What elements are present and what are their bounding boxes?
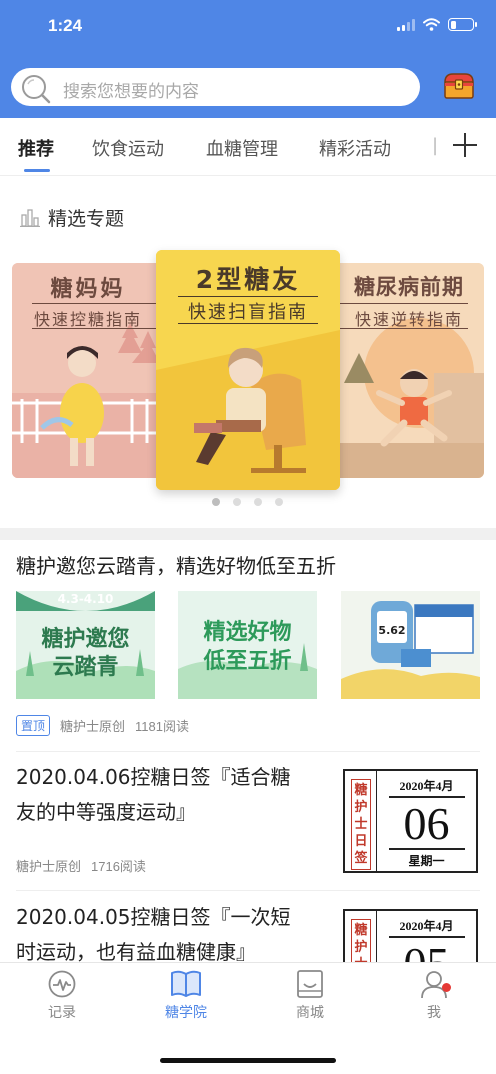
featured-section-title: 精选专题	[48, 208, 125, 230]
card-title: 糖妈妈	[50, 277, 126, 302]
row-divider	[16, 890, 480, 891]
nav-me[interactable]: 我	[394, 969, 474, 1022]
featured-card-prediabetes[interactable]: 糖尿病前期 快速逆转指南	[334, 263, 484, 478]
promo-thumb-meter[interactable]: 5.62	[341, 591, 480, 699]
card-subtitle: 快速扫盲指南	[188, 302, 308, 323]
pagination-dot[interactable]	[233, 498, 241, 506]
calendar-thumbnail: 糖 护 士 日 签 2020年4月 06 星期一	[343, 769, 478, 873]
nav-record[interactable]: 记录	[22, 969, 102, 1022]
promo-line: 精选好物	[203, 620, 292, 645]
article-source: 糖护士原创	[60, 719, 126, 734]
search-icon	[22, 75, 51, 104]
article-title-line: 2020.04.06控糖日签『适合糖	[16, 765, 291, 789]
article-reads: 1716阅读	[91, 859, 146, 874]
nav-label: 记录	[48, 1005, 76, 1021]
featured-section-header: 精选专题	[20, 204, 124, 231]
nav-academy[interactable]: 糖学院	[146, 969, 226, 1022]
tab-events[interactable]: 精彩活动	[319, 135, 391, 161]
search-placeholder: 搜索您想要的内容	[63, 82, 199, 102]
card-title: 糖尿病前期	[354, 275, 464, 299]
article-title-line: 友的中等强度运动』	[16, 800, 196, 824]
pinned-badge: 置顶	[16, 715, 51, 736]
article-reads: 1181阅读	[135, 719, 189, 734]
nav-label: 糖学院	[165, 1005, 207, 1021]
tab-active-indicator	[24, 169, 50, 172]
article-source: 糖护士原创	[16, 859, 82, 874]
promo-thumb-outing[interactable]: 4.3-4.10 糖护邀您 云踏青	[16, 591, 155, 699]
book-icon	[171, 970, 201, 997]
home-indicator	[160, 1058, 336, 1063]
featured-card-pregnancy[interactable]: 糖妈妈 快速控糖指南	[12, 263, 164, 478]
article-title-line: 2020.04.05控糖日签『一次短	[16, 905, 291, 929]
meter-reading: 5.62	[378, 624, 406, 637]
wifi-icon	[423, 18, 440, 31]
status-icons	[397, 18, 477, 31]
promo-meta: 置顶 糖护士原创 1181阅读	[16, 715, 189, 736]
shopping-bag-icon	[297, 970, 323, 998]
calendar-day: 06	[403, 798, 450, 849]
bar-chart-icon	[20, 208, 40, 227]
battery-icon	[448, 18, 477, 31]
promo-date: 4.3-4.10	[57, 592, 114, 606]
promo-article-title[interactable]: 糖护邀您云踏青，精选好物低至五折	[16, 549, 336, 584]
calendar-year-month: 2020年4月	[399, 779, 454, 793]
tab-diet-exercise[interactable]: 饮食运动	[92, 135, 164, 161]
pagination-dot[interactable]	[275, 498, 283, 506]
row-divider	[16, 751, 480, 752]
treasure-chest-icon[interactable]	[443, 71, 475, 101]
featured-card-type2[interactable]: 2型糖友 快速扫盲指南	[156, 250, 340, 490]
tab-recommended[interactable]: 推荐	[18, 135, 54, 161]
category-tabs: 推荐 饮食运动 血糖管理 精彩活动 |	[0, 118, 496, 176]
promo-line: 云踏青	[52, 655, 119, 680]
app-header: 1:24 搜索您想要的内容	[0, 0, 496, 118]
calendar-weekday: 星期一	[408, 854, 445, 868]
pagination-dot[interactable]	[212, 498, 220, 506]
search-input[interactable]: 搜索您想要的内容	[11, 68, 420, 106]
card-subtitle: 快速控糖指南	[33, 310, 142, 329]
notification-dot	[442, 983, 451, 992]
nav-mall[interactable]: 商城	[270, 969, 350, 1022]
card-subtitle: 快速逆转指南	[354, 310, 463, 329]
cellular-signal-icon	[397, 18, 415, 31]
calendar-year-month: 2020年4月	[399, 919, 454, 933]
promo-thumb-sale[interactable]: 精选好物 低至五折	[178, 591, 317, 699]
calendar-thumbnail: 糖 护 士 2020年4月 05	[343, 909, 478, 989]
tab-glucose-management[interactable]: 血糖管理	[206, 135, 278, 161]
article-meta: 糖护士原创 1716阅读	[16, 856, 146, 875]
nav-label: 我	[427, 1005, 441, 1021]
promo-line: 低至五折	[203, 649, 292, 674]
pulse-icon	[48, 970, 76, 998]
stamp-seal: 糖 护 士 日 签	[351, 779, 371, 870]
card-title: 2型糖友	[195, 265, 301, 294]
status-time: 1:24	[48, 16, 83, 35]
section-divider	[0, 528, 496, 540]
nav-label: 商城	[296, 1005, 324, 1021]
add-tab-icon[interactable]	[450, 130, 480, 160]
carousel-pagination	[212, 498, 283, 506]
pagination-dot[interactable]	[254, 498, 262, 506]
tab-overflow-hint: |	[432, 135, 438, 156]
